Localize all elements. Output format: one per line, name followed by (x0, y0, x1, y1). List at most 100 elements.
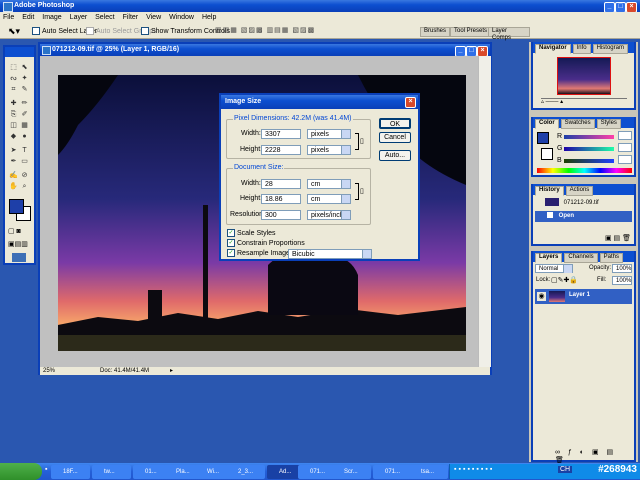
history-snapshot[interactable]: 071212-09.tif (535, 197, 632, 209)
doc-link-bracket (355, 183, 359, 200)
history-tabs: History Actions (535, 186, 594, 196)
layer-row[interactable]: ◉ Layer 1 (535, 289, 632, 304)
tab-styles[interactable]: Styles (596, 119, 621, 129)
navigator-zoom-slider[interactable]: ▵ ─── ▴ (541, 98, 627, 105)
menu-image[interactable]: Image (42, 14, 61, 21)
fill-label: Fill: (597, 277, 607, 283)
height-px-label: Height: (240, 146, 263, 153)
menu-edit[interactable]: Edit (22, 14, 34, 21)
navigator-thumbnail[interactable] (557, 57, 611, 95)
opacity-field[interactable]: 100% (612, 264, 632, 273)
tab-color[interactable]: Color (535, 119, 559, 129)
tab-info[interactable]: Info (572, 44, 591, 54)
channel-b-label: B (557, 157, 562, 164)
zoom-level[interactable]: 25% (43, 367, 55, 375)
well-tab-tool-presets[interactable]: Tool Presets (450, 27, 492, 37)
doc-width-unit[interactable]: cm (307, 179, 351, 189)
input-language-indicator[interactable]: CH (558, 466, 573, 473)
doc-width-field[interactable]: 28 (261, 179, 301, 189)
height-px-unit[interactable]: pixels (307, 145, 351, 155)
quick-mask-icons[interactable]: ▢ ◙ (8, 227, 32, 236)
tab-paths[interactable]: Paths (599, 253, 623, 263)
menu-layer[interactable]: Layer (70, 14, 88, 21)
quicklaunch-icons[interactable]: ▪ (45, 466, 47, 473)
resample-method-select[interactable]: Bicubic (288, 249, 372, 259)
status-arrow-icon[interactable]: ▸ (170, 367, 173, 375)
doc-height-unit[interactable]: cm (307, 194, 351, 204)
color-bg-swatch[interactable] (541, 148, 553, 160)
tab-history[interactable]: History (535, 186, 564, 196)
color-spectrum-bar[interactable] (537, 168, 632, 173)
taskbar-item-6[interactable]: 2_3... (226, 465, 265, 479)
fill-field[interactable]: 100% (612, 276, 632, 285)
channel-b-value[interactable] (618, 155, 632, 164)
layers-tabs: Layers Channels Paths (535, 253, 623, 263)
tab-navigator[interactable]: Navigator (535, 44, 571, 54)
lock-icons[interactable]: ▢✎✚🔒 (551, 276, 578, 284)
taskbar-item-11[interactable]: tsa... (409, 465, 448, 479)
menu-window[interactable]: Window (169, 14, 194, 21)
channel-r-slider[interactable] (564, 135, 614, 139)
history-open-step[interactable]: Open (535, 211, 632, 222)
doc-size[interactable]: Doc: 41.4M/41.4M (100, 367, 149, 375)
dialog-title: Image Size (225, 98, 262, 105)
opacity-label: Opacity: (589, 265, 612, 271)
tab-histogram[interactable]: Histogram (592, 44, 628, 54)
scale-styles-check[interactable]: ✓ Scale Styles (227, 229, 276, 237)
constrain-proportions-check[interactable]: ✓ Constrain Proportions (227, 239, 305, 247)
tab-swatches[interactable]: Swatches (560, 119, 595, 129)
tool-grid[interactable]: ⬚ ⬉ ᔓ ✦ ⌗ ✎ ✚ ✏ ⎘ ✐ ◫ ▦ ◆ ● ➤ T ✒ ▭ ✍ ⊘ ✋ ⌕ (7, 61, 33, 191)
resolution-field[interactable]: 300 (261, 210, 301, 220)
start-button[interactable] (0, 463, 42, 480)
tray-icons[interactable]: ▪▪▪▪▪▪▪▪▪ (454, 466, 494, 473)
menu-view[interactable]: View (146, 14, 161, 21)
auto-button[interactable]: Auto... (379, 150, 411, 161)
well-tab-brushes[interactable]: Brushes (420, 27, 451, 37)
channel-g-value[interactable] (618, 143, 632, 152)
channel-r-value[interactable] (618, 131, 632, 140)
tab-channels[interactable]: Channels (564, 253, 598, 263)
color-fg-swatch[interactable] (537, 132, 549, 144)
align-icons[interactable]: ▥▤▦ ▧▨▩ ▥▤▦ ▧▨▩ (215, 26, 315, 34)
doc-height-field[interactable]: 18.86 (261, 194, 301, 204)
width-px-unit[interactable]: pixels (307, 129, 351, 139)
options-bar: ⬉▾ Auto Select Layer Auto Select Groups … (0, 23, 640, 41)
document-size-group: Document Size: Width: 28 cm Height: 18.8… (226, 164, 371, 225)
layer-name[interactable]: Layer 1 (569, 292, 590, 298)
taskbar-item-9[interactable]: Scr... (332, 465, 371, 479)
dialog-close-button[interactable]: × (405, 97, 416, 108)
menu-file[interactable]: File (3, 14, 14, 21)
ok-button[interactable]: OK (379, 118, 411, 129)
channel-b-slider[interactable] (564, 159, 614, 163)
tab-layers[interactable]: Layers (535, 253, 563, 263)
blend-mode-select[interactable]: Normal (535, 264, 573, 273)
menu-filter[interactable]: Filter (123, 14, 139, 21)
menu-help[interactable]: Help (202, 14, 216, 21)
system-tray: ▪▪▪▪▪▪▪▪▪ CH #268943 (449, 464, 640, 479)
screen-mode-icons[interactable]: ▣▤▥ (8, 240, 32, 249)
layers-footer-icons[interactable]: ∞ ƒ ◐ ▣ ▤ 🗑 (555, 448, 632, 464)
history-footer-icons[interactable]: ▣ ▤ 🗑 (605, 234, 631, 242)
color-panel: Color Swatches Styles R G B (531, 117, 636, 177)
well-tab-layer-comps[interactable]: Layer Comps (488, 27, 530, 41)
photoshop-icon (3, 2, 13, 12)
move-tool-icon[interactable]: ⬉▾ (8, 26, 20, 37)
channel-g-slider[interactable] (564, 147, 614, 151)
channel-r-label: R (557, 133, 563, 140)
height-px-field[interactable]: 2228 (261, 145, 301, 155)
visibility-eye-icon[interactable]: ◉ (537, 292, 546, 301)
resample-image-check[interactable]: ✓ Resample Image: (227, 249, 292, 257)
taskbar-item-1[interactable]: 18F... (51, 465, 90, 479)
foreground-color-swatch[interactable] (9, 199, 24, 214)
taskbar-item-10[interactable]: 071... (373, 465, 412, 479)
menu-select[interactable]: Select (95, 14, 114, 21)
menu-bar: File Edit Image Layer Select Filter View… (0, 12, 640, 23)
tab-actions[interactable]: Actions (565, 186, 594, 196)
imageready-icon[interactable] (12, 253, 26, 262)
cancel-button[interactable]: Cancel (379, 132, 411, 143)
width-px-field[interactable]: 3307 (261, 129, 301, 139)
taskbar-item-2[interactable]: tw... (92, 465, 131, 479)
vertical-scrollbar[interactable] (478, 56, 491, 367)
resolution-unit[interactable]: pixels/inch (307, 210, 351, 220)
dialog-title-bar: Image Size × (221, 95, 418, 109)
